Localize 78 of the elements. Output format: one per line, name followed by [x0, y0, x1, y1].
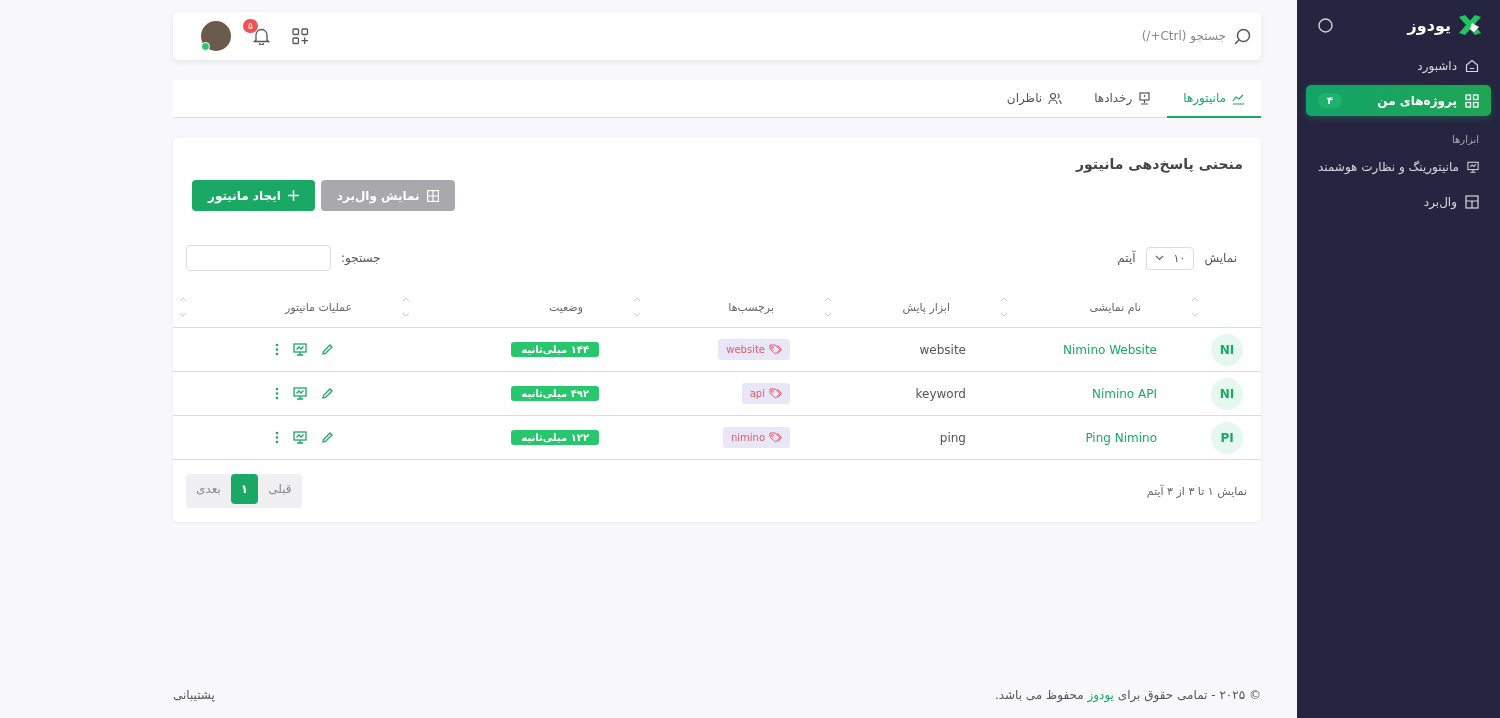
- logo-text: یودوز: [1407, 15, 1451, 35]
- toggle-circle-icon[interactable]: [1318, 17, 1333, 33]
- monitor-icon[interactable]: [293, 431, 307, 444]
- edit-icon[interactable]: [321, 387, 334, 400]
- tag: nimino: [722, 427, 790, 448]
- table-cell: website: [919, 342, 966, 357]
- create-monitor-button[interactable]: ایجاد مانیتور: [192, 180, 315, 211]
- column-header[interactable]: ابزار پایش: [902, 300, 986, 314]
- more-vertical-icon[interactable]: [275, 343, 279, 356]
- tab[interactable]: ناظران: [990, 80, 1079, 118]
- initials-avatar: NI: [1211, 377, 1243, 410]
- initials-avatar: NI: [1211, 333, 1243, 366]
- monitor-icon: [1138, 91, 1152, 105]
- card-title: منحنی پاسخ‌دهی مانیتور: [1074, 156, 1243, 172]
- status-badge: ۱۴۴ میلی‌ثانیه: [511, 342, 599, 357]
- layout-icon: [1465, 194, 1479, 209]
- users-icon: [1048, 91, 1063, 105]
- column-header[interactable]: برچسب‌ها: [728, 300, 810, 314]
- chevron-down-icon: [1154, 255, 1164, 261]
- monitor-link[interactable]: Nimino API: [1091, 386, 1157, 401]
- grid-icon: [1465, 93, 1479, 108]
- sort-icon[interactable]: [824, 296, 832, 318]
- add-widget-icon[interactable]: [292, 27, 309, 45]
- tag-icon: [769, 344, 782, 355]
- pager-nav-button[interactable]: قبلی: [258, 474, 302, 504]
- tag-icon: [769, 432, 782, 443]
- sidebar-item[interactable]: مانیتورینگ و نظارت هوشمند: [1306, 151, 1491, 182]
- sidebar-item[interactable]: داشبورد: [1306, 50, 1491, 81]
- search-icon: [1234, 27, 1251, 45]
- support-link[interactable]: پشتیبانی: [173, 688, 215, 702]
- monitor-icon: [1467, 159, 1479, 174]
- table-cell: ping: [939, 430, 966, 445]
- monitor-link[interactable]: Ping Nimino: [1085, 430, 1157, 445]
- layout-icon: [426, 189, 439, 202]
- page-size-select[interactable]: ۱۰: [1145, 246, 1195, 270]
- page-button[interactable]: ۱: [230, 474, 259, 504]
- table-info: نمایش ۱ تا ۳ از ۳ آیتم: [1146, 484, 1247, 498]
- sort-icon[interactable]: [1191, 296, 1199, 318]
- more-vertical-icon[interactable]: [275, 431, 279, 444]
- sort-icon[interactable]: [1000, 296, 1008, 318]
- notification-badge: ۵: [243, 19, 258, 33]
- tag: api: [741, 383, 790, 404]
- more-vertical-icon[interactable]: [275, 387, 279, 400]
- column-header[interactable]: عملیات مانیتور: [284, 300, 388, 314]
- sidebar-item[interactable]: وال‌برد: [1306, 186, 1491, 217]
- edit-icon[interactable]: [321, 431, 334, 444]
- edit-icon[interactable]: [321, 343, 334, 356]
- avatar[interactable]: [201, 21, 231, 51]
- logo-icon: [1457, 14, 1483, 36]
- tag: website: [718, 339, 790, 360]
- home-icon: [1465, 58, 1479, 73]
- tab[interactable]: مانیتورها: [1167, 80, 1261, 118]
- sidebar-item[interactable]: پروژه‌های من ۴: [1306, 85, 1491, 116]
- search-label: جستجو:: [341, 251, 381, 265]
- monitor-icon[interactable]: [293, 343, 307, 356]
- initials-avatar: PI: [1211, 421, 1243, 454]
- section-label: ابزارها: [1451, 133, 1480, 147]
- tag-icon: [769, 388, 782, 399]
- status-badge: ۴۹۲ میلی‌ثانیه: [511, 386, 599, 401]
- sort-icon[interactable]: [179, 296, 187, 318]
- monitor-link[interactable]: Nimino Website: [1063, 342, 1157, 357]
- sort-icon[interactable]: [402, 296, 410, 318]
- sort-icon[interactable]: [633, 296, 641, 318]
- count-badge: ۴: [1318, 93, 1343, 108]
- show-label: نمایش: [1204, 251, 1237, 265]
- monitor-icon[interactable]: [293, 387, 307, 400]
- column-header[interactable]: وضعیت: [548, 300, 619, 314]
- table-search-field[interactable]: [186, 245, 331, 271]
- column-header[interactable]: نام نمایشی: [1089, 300, 1177, 314]
- plus-icon: [287, 190, 299, 201]
- bell-icon[interactable]: [253, 27, 270, 45]
- pager-nav-button[interactable]: بعدی: [186, 474, 231, 504]
- search-field[interactable]: جستجو (Ctrl+/): [1044, 28, 1228, 44]
- copyright-text: © ۲۰۲۵ - تمامی حقوق برای یودوز محفوظ می باشد.: [994, 688, 1261, 702]
- table-cell: keyword: [915, 386, 966, 401]
- items-label: آیتم: [1117, 251, 1136, 265]
- status-badge: ۱۲۲ میلی‌ثانیه: [511, 430, 599, 445]
- tab[interactable]: رخدادها: [1078, 80, 1168, 118]
